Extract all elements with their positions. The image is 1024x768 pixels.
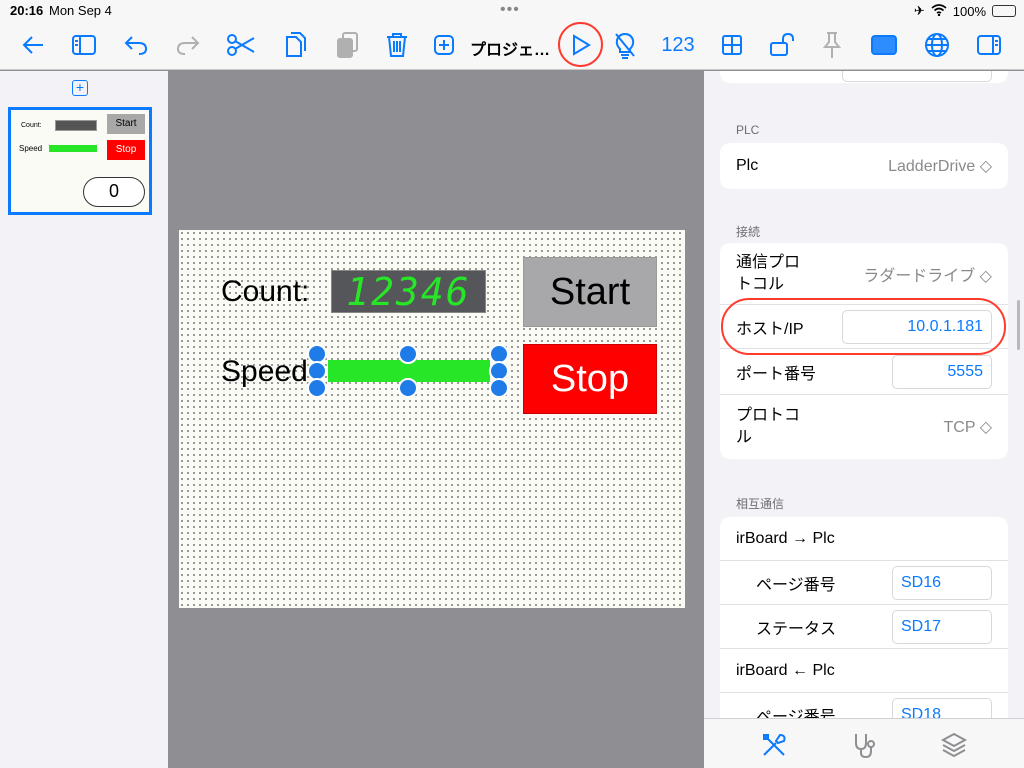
- page-number-field[interactable]: SD16: [892, 565, 992, 600]
- page-number-label: ページ番号: [756, 576, 836, 594]
- stethoscope-icon[interactable]: [850, 731, 878, 759]
- page-number-row: ページ番号 SD16: [720, 561, 1008, 605]
- port-label: ポート番号: [736, 365, 817, 383]
- transport-protocol-row[interactable]: プロトコ ル TCP ◇: [720, 395, 1008, 459]
- screen-icon[interactable]: [868, 29, 900, 61]
- page-thumbnails-pane: + Count: Start Speed Stop 0: [0, 71, 168, 768]
- lightbulb-off-icon[interactable]: [610, 29, 640, 61]
- start-button[interactable]: Start: [523, 257, 657, 327]
- project-title[interactable]: プロジェ…: [470, 36, 550, 60]
- partial-group: [720, 71, 1008, 83]
- status-indicators: ✈ 100%: [914, 3, 1016, 19]
- transport-protocol-label-line2: ル: [736, 429, 753, 446]
- paste-icon[interactable]: [332, 29, 362, 61]
- airplane-icon: ✈: [913, 3, 925, 18]
- port-field[interactable]: 5555: [892, 354, 992, 389]
- speed-label[interactable]: Speed: [221, 355, 308, 389]
- resize-handle[interactable]: [307, 378, 327, 398]
- section-header-connection: 接続: [736, 225, 761, 239]
- undo-icon[interactable]: [121, 29, 151, 61]
- toolbar: 20:16 Mon Sep 4 ••• ✈ 100% プロジェ… 123: [0, 0, 1024, 70]
- transport-protocol-label-line1: プロトコ: [736, 407, 801, 424]
- thumb-start-button: Start: [107, 114, 145, 134]
- section-header-mutual: 相互通信: [736, 497, 785, 511]
- redo-icon[interactable]: [173, 29, 203, 61]
- transport-protocol-label: プロトコ ル: [736, 405, 800, 449]
- thumb-speed-label: Speed: [19, 144, 43, 153]
- back-arrow-icon[interactable]: [18, 29, 48, 61]
- comm-protocol-label-line2: トコル: [736, 275, 785, 293]
- resize-handle[interactable]: [398, 344, 418, 364]
- grid-icon[interactable]: [718, 29, 746, 61]
- stop-button[interactable]: Stop: [523, 344, 657, 414]
- page-thumbnail[interactable]: Count: Start Speed Stop 0: [8, 107, 152, 215]
- numbers-button[interactable]: 123: [657, 29, 699, 61]
- status-field[interactable]: SD17: [892, 609, 992, 644]
- play-icon[interactable]: [567, 29, 595, 61]
- comm-protocol-row[interactable]: 通信プロ トコル ラダードライブ ◇: [720, 243, 1008, 305]
- inspector-toggle-icon[interactable]: [974, 29, 1004, 61]
- battery-icon: [992, 5, 1016, 17]
- status-row: ステータス SD17: [720, 605, 1008, 649]
- thumb-counter-display: [55, 120, 97, 131]
- section-header-plc: PLC: [736, 123, 760, 137]
- thumb-speed-bar: [49, 145, 97, 152]
- resize-handle[interactable]: [398, 378, 418, 398]
- add-page-icon[interactable]: +: [72, 80, 88, 96]
- thumb-count-label: Count:: [21, 122, 42, 129]
- resize-handle[interactable]: [489, 378, 509, 398]
- comm-protocol-label: 通信プロ トコル: [736, 252, 800, 296]
- globe-icon[interactable]: [922, 29, 952, 61]
- plc-value[interactable]: LadderDrive ◇: [888, 156, 992, 176]
- host-ip-highlight-oval: [721, 298, 1006, 355]
- status-label: ステータス: [756, 620, 837, 638]
- thumb-stop-button: Stop: [107, 140, 145, 160]
- partial-field[interactable]: [842, 71, 992, 82]
- pin-icon[interactable]: [818, 29, 846, 61]
- comm-protocol-label-line1: 通信プロ: [736, 253, 801, 271]
- plc-label: Plc: [736, 157, 759, 174]
- trash-icon[interactable]: [382, 29, 412, 61]
- inspector-pane: PLC Plc LadderDrive ◇ 接続 通信プロ トコル ラダードライ…: [704, 71, 1024, 768]
- add-object-icon[interactable]: [431, 29, 457, 61]
- unlock-icon[interactable]: [767, 29, 797, 61]
- plc-to-irboard-label: irBoard ← Plc: [736, 661, 835, 679]
- tools-icon[interactable]: [760, 731, 788, 759]
- copy-icon[interactable]: [280, 29, 310, 61]
- plc-row[interactable]: Plc LadderDrive ◇: [720, 143, 1008, 189]
- design-canvas[interactable]: Count: 12346 Start Speed Stop: [179, 230, 685, 608]
- multitasking-dots-icon[interactable]: •••: [500, 1, 520, 19]
- wifi-icon: [931, 3, 947, 19]
- plc-to-irboard-row: irBoard ← Plc: [720, 649, 1008, 693]
- counter-display[interactable]: 12346: [331, 270, 486, 313]
- scissors-icon[interactable]: [225, 29, 257, 61]
- status-time: 20:16: [10, 3, 44, 18]
- transport-protocol-value[interactable]: TCP ◇: [944, 417, 992, 437]
- sidebar-toggle-icon[interactable]: [69, 29, 99, 61]
- layers-icon[interactable]: [940, 731, 968, 759]
- battery-percent: 100%: [952, 3, 986, 19]
- irboard-to-plc-label: irBoard → Plc: [736, 529, 835, 547]
- status-date: Mon Sep 4: [49, 3, 112, 18]
- inspector-tabbar: [704, 718, 1024, 768]
- plc-group: Plc LadderDrive ◇: [720, 143, 1008, 189]
- comm-protocol-value[interactable]: ラダードライブ ◇: [863, 262, 992, 286]
- inspector-scrollbar[interactable]: [1017, 300, 1020, 350]
- count-label[interactable]: Count:: [221, 275, 309, 309]
- thumb-zero-counter: 0: [83, 177, 145, 207]
- port-row: ポート番号 5555: [720, 349, 1008, 395]
- irboard-to-plc-row: irBoard → Plc: [720, 517, 1008, 561]
